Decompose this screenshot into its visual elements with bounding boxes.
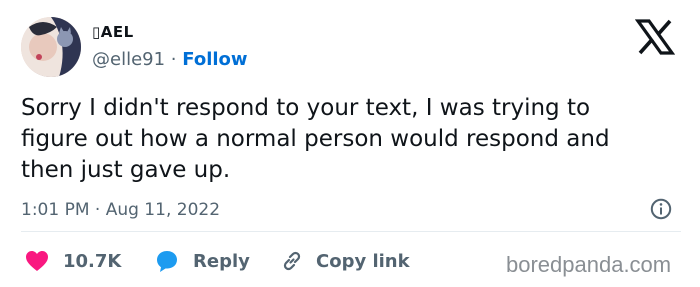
divider bbox=[21, 231, 681, 232]
like-button[interactable]: 10.7K bbox=[25, 248, 121, 274]
link-icon bbox=[283, 251, 301, 271]
reply-bubble-icon bbox=[157, 251, 177, 272]
x-logo-icon[interactable] bbox=[635, 19, 675, 55]
copy-link-label: Copy link bbox=[316, 250, 410, 272]
watermark: boredpanda.com bbox=[506, 252, 672, 277]
handle[interactable]: @elle91 bbox=[92, 49, 165, 70]
handle-row: @elle91 · Follow bbox=[92, 49, 248, 70]
reply-button[interactable]: Reply bbox=[155, 248, 250, 274]
timestamp[interactable]: 1:01 PM · Aug 11, 2022 bbox=[21, 200, 220, 220]
heart-icon bbox=[26, 251, 48, 271]
reply-label: Reply bbox=[193, 250, 250, 272]
info-icon[interactable] bbox=[650, 198, 672, 220]
tweet-card: ▯AEL @elle91 · Follow Sorry I didn't res… bbox=[0, 0, 700, 287]
tweet-text: Sorry I didn't respond to your text, I w… bbox=[21, 95, 610, 183]
follow-button[interactable]: Follow bbox=[182, 49, 247, 70]
like-count: 10.7K bbox=[63, 250, 122, 272]
avatar[interactable] bbox=[21, 17, 81, 77]
separator-dot: · bbox=[170, 49, 177, 70]
copy-link-button[interactable]: Copy link bbox=[280, 248, 410, 274]
display-name[interactable]: ▯AEL bbox=[92, 23, 134, 41]
